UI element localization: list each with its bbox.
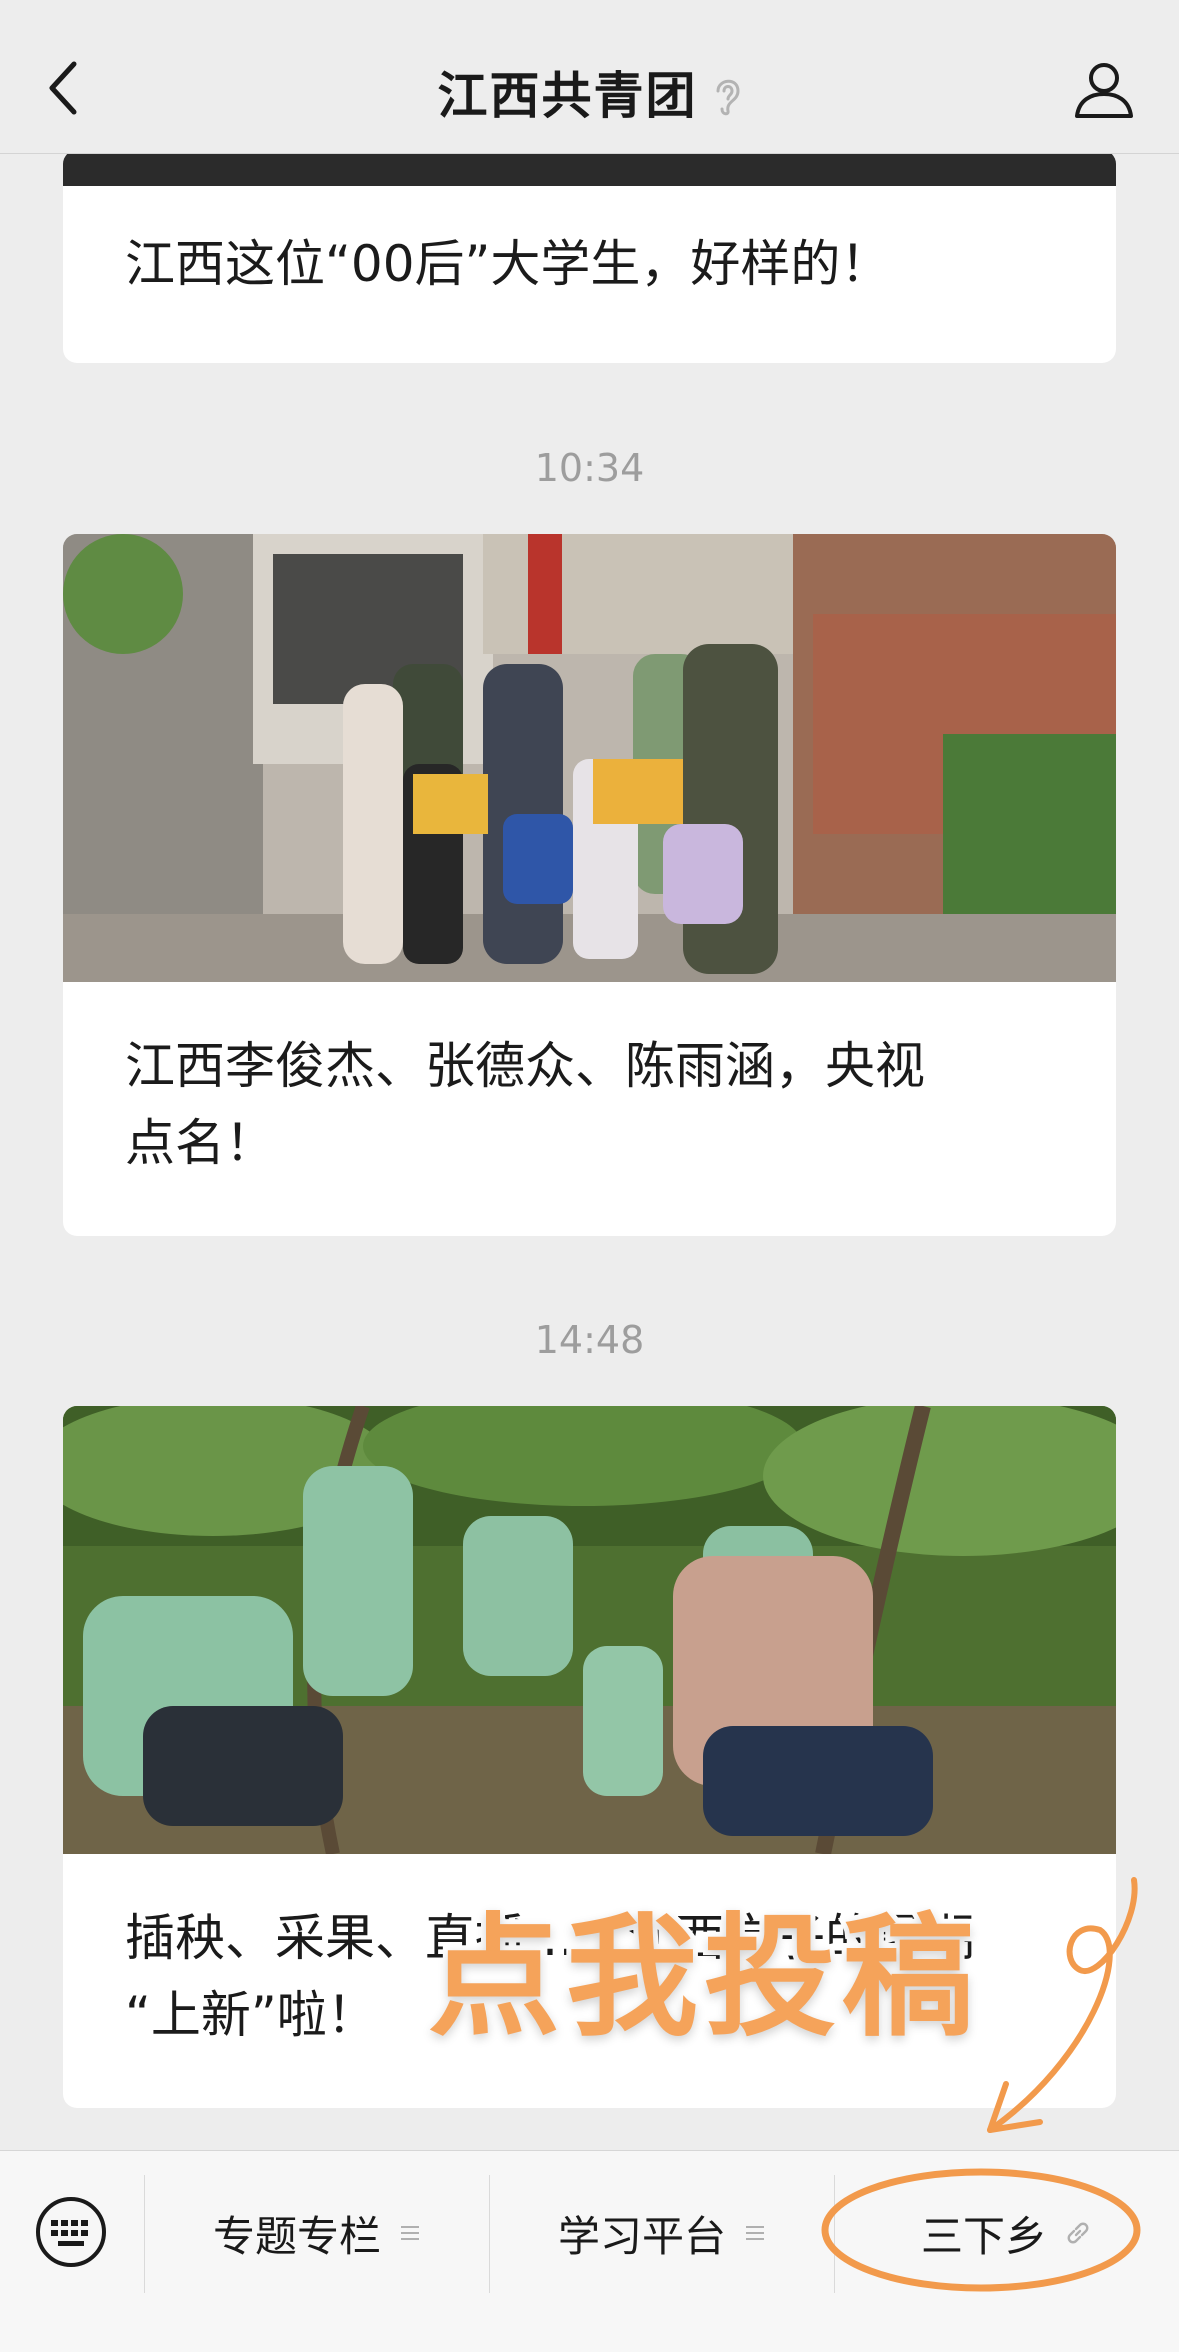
menu-item-label: 学习平台 <box>557 2211 726 2261</box>
article-cover-image <box>63 534 1116 982</box>
menu-lines-icon <box>746 2226 764 2240</box>
menu-lines-icon <box>401 2226 419 2240</box>
account-name: 江西共青团 <box>437 67 698 125</box>
ear-icon[interactable] <box>712 73 742 117</box>
article-cover-image <box>63 150 1116 186</box>
menu-item-label: 专题专栏 <box>212 2211 381 2261</box>
arrow-annotation <box>987 1877 1138 2133</box>
article-title: 江西李俊杰、张德众、陈雨涵，央视 点名！ <box>63 982 1116 1182</box>
menu-item-special-column[interactable]: 专题专栏 <box>145 2193 489 2273</box>
highlight-circle-annotation <box>821 2168 1141 2292</box>
article-card[interactable]: 江西这位“00后”大学生，好样的！ <box>63 150 1116 363</box>
keyboard-icon[interactable] <box>34 2195 108 2269</box>
menu-item-study-platform[interactable]: 学习平台 <box>490 2193 834 2273</box>
article-title: 江西这位“00后”大学生，好样的！ <box>125 235 891 293</box>
page-title: 江西共青团 <box>0 56 1179 128</box>
promo-overlay-text: 点我投稿 <box>423 1901 980 2055</box>
navigation-bar: 江西共青团 <box>0 0 1179 154</box>
article-card[interactable]: 江西李俊杰、张德众、陈雨涵，央视 点名！ <box>63 534 1116 1236</box>
article-cover-image <box>63 1406 1116 1854</box>
article-title-line: 江西李俊杰、张德众、陈雨涵，央视 <box>125 1037 925 1095</box>
profile-icon[interactable] <box>1073 58 1135 120</box>
article-title-line: 点名！ <box>125 1114 275 1172</box>
message-feed: 江西这位“00后”大学生，好样的！ 10:34 江西李俊杰、张德众、陈雨涵，央视… <box>0 0 1179 2150</box>
timestamp: 14:48 <box>534 1318 645 1362</box>
timestamp: 10:34 <box>534 446 645 490</box>
